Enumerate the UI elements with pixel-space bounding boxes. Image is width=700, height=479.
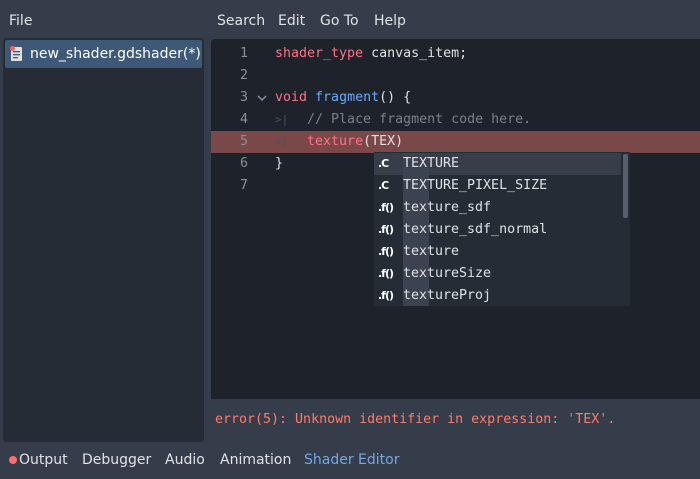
- autocomplete-item-label: texture_sdf: [403, 200, 492, 215]
- code-line[interactable]: 1 shader_type canvas_item;: [211, 43, 700, 65]
- code-line[interactable]: 2: [211, 65, 700, 87]
- constant-icon: .C: [378, 179, 389, 192]
- tab-output[interactable]: Output: [19, 449, 68, 471]
- autocomplete-item[interactable]: .C TEXTURE: [374, 153, 621, 175]
- code-token: (TEX): [363, 134, 404, 149]
- line-number: 1: [239, 46, 248, 61]
- code-token: () {: [379, 90, 412, 105]
- autocomplete-item-label: texture_sdf_normal: [403, 222, 548, 237]
- autocomplete-popup[interactable]: .C TEXTURE .C TEXTURE_PIXEL_SIZE .f() texture…: [374, 152, 630, 306]
- code-line[interactable]: 4 >| // Place fragment code here.: [211, 109, 700, 131]
- line-number: 6: [239, 156, 248, 171]
- code-text: }: [275, 153, 283, 175]
- line-number: 2: [239, 68, 248, 83]
- tab-audio[interactable]: Audio: [165, 449, 205, 471]
- function-icon: .f(): [378, 267, 394, 280]
- menu-help[interactable]: Help: [374, 10, 406, 32]
- menu-goto[interactable]: Go To: [320, 10, 359, 32]
- shader-file-icon: [10, 46, 22, 61]
- file-item-new-shader[interactable]: new_shader.gdshader(*): [5, 40, 202, 68]
- code-token: shader_type: [275, 46, 364, 61]
- code-token: }: [275, 156, 284, 171]
- code-text: texture(TEX): [275, 131, 403, 153]
- code-line[interactable]: 3 void fragment() {: [211, 87, 700, 109]
- autocomplete-item-label: TEXTURE_PIXEL_SIZE: [403, 178, 548, 193]
- tab-shader-editor[interactable]: Shader Editor: [304, 449, 399, 471]
- autocomplete-item-label: TEXTURE: [403, 156, 460, 171]
- code-token: fragment: [315, 90, 380, 105]
- code-text: shader_type canvas_item;: [275, 43, 467, 65]
- function-icon: .f(): [378, 245, 394, 258]
- code-token: texture: [307, 134, 364, 149]
- autocomplete-item-label: texture: [403, 244, 460, 259]
- line-number: 4: [239, 112, 248, 127]
- constant-icon: .C: [378, 157, 389, 170]
- menu-edit[interactable]: Edit: [278, 10, 305, 32]
- file-list-panel: new_shader.gdshader(*): [3, 38, 204, 442]
- fold-chevron-down-icon[interactable]: [257, 93, 267, 103]
- tab-animation[interactable]: Animation: [220, 449, 291, 471]
- line-number: 5: [239, 134, 248, 149]
- autocomplete-item[interactable]: .f() textureProj: [374, 285, 621, 306]
- autocomplete-item[interactable]: .C TEXTURE_PIXEL_SIZE: [374, 175, 621, 197]
- code-text: void fragment() {: [275, 87, 411, 109]
- code-line[interactable]: 5 >| texture(TEX): [211, 131, 700, 153]
- line-number: 7: [239, 178, 248, 193]
- code-text: // Place fragment code here.: [275, 109, 531, 131]
- autocomplete-item-label: textureProj: [403, 288, 492, 303]
- autocomplete-scrollbar[interactable]: [623, 154, 628, 218]
- function-icon: .f(): [378, 289, 394, 302]
- autocomplete-item-label: textureSize: [403, 266, 492, 281]
- menu-search[interactable]: Search: [217, 10, 265, 32]
- line-number: 3: [239, 90, 248, 105]
- code-token: canvas_item;: [363, 46, 468, 61]
- output-warning-dot-icon: [9, 456, 17, 464]
- autocomplete-item[interactable]: .f() texture: [374, 241, 621, 263]
- function-icon: .f(): [378, 223, 394, 236]
- error-message: error(5): Unknown identifier in expressi…: [215, 412, 616, 427]
- autocomplete-item[interactable]: .f() textureSize: [374, 263, 621, 285]
- autocomplete-item[interactable]: .f() texture_sdf_normal: [374, 219, 621, 241]
- code-token: void: [275, 90, 308, 105]
- menu-file[interactable]: File: [9, 10, 32, 32]
- autocomplete-item[interactable]: .f() texture_sdf: [374, 197, 621, 219]
- function-icon: .f(): [378, 201, 394, 214]
- file-item-label: new_shader.gdshader(*): [30, 46, 201, 62]
- tab-debugger[interactable]: Debugger: [82, 449, 151, 471]
- code-token: // Place fragment code here.: [275, 112, 532, 127]
